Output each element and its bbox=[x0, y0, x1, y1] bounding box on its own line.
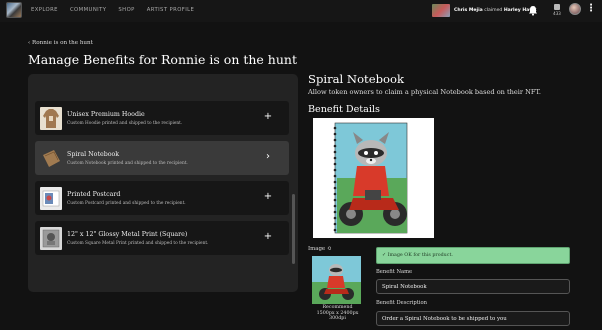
breadcrumb[interactable]: ‹ Ronnie is on the hunt bbox=[28, 40, 93, 46]
wallet-balance[interactable]: 433 bbox=[552, 4, 562, 16]
benefits-list[interactable]: Unisex Premium Hoodie Custom Hoodie prin… bbox=[28, 74, 298, 292]
notification-text[interactable]: Chris Mejia claimed Harley Hawk bbox=[454, 8, 537, 13]
benefit-name: 12" x 12" Glossy Metal Print (Square) bbox=[67, 231, 188, 238]
add-icon[interactable]: + bbox=[263, 111, 273, 122]
benefit-desc: Custom Square Metal Print printed and sh… bbox=[67, 241, 209, 246]
benefit-name: Unisex Premium Hoodie bbox=[67, 111, 145, 118]
section-heading: Benefit Details bbox=[308, 104, 380, 115]
image-label: Image ⟲ bbox=[308, 246, 331, 252]
hoodie-thumbnail bbox=[40, 107, 62, 130]
benefit-row-postcard[interactable]: Printed Postcard Custom Postcard printed… bbox=[35, 181, 289, 215]
benefit-description-input[interactable]: Order a Spiral Notebook to be shipped to… bbox=[376, 311, 570, 326]
list-scrollbar[interactable] bbox=[292, 194, 295, 264]
notification-user: Chris Mejia bbox=[454, 8, 483, 13]
avatar[interactable] bbox=[569, 3, 581, 15]
image-thumbnail[interactable] bbox=[312, 256, 361, 304]
breadcrumb-label: Ronnie is on the hunt bbox=[32, 40, 93, 46]
benefit-desc: Custom Hoodie printed and shipped to the… bbox=[67, 121, 183, 126]
main-nav: EXPLORE COMMUNITY SHOP ARTIST PROFILE bbox=[31, 7, 194, 13]
coin-icon bbox=[554, 4, 560, 10]
wallet-count: 433 bbox=[553, 11, 561, 16]
benefit-name-input[interactable]: Spiral Notebook bbox=[376, 279, 570, 294]
nav-artist-profile[interactable]: ARTIST PROFILE bbox=[147, 7, 195, 13]
benefit-description-label: Benefit Description bbox=[376, 300, 427, 306]
notification-thumbnail[interactable] bbox=[432, 4, 450, 17]
benefit-name: Printed Postcard bbox=[67, 191, 121, 198]
image-ok-text: Image OK for this product. bbox=[387, 253, 453, 258]
check-icon: ✓ bbox=[382, 253, 387, 258]
chevron-left-icon: ‹ bbox=[28, 40, 31, 46]
notification-action: claimed bbox=[484, 8, 503, 13]
more-menu-icon[interactable]: ⋮ bbox=[586, 4, 596, 14]
site-logo[interactable] bbox=[6, 2, 22, 18]
benefit-name-label: Benefit Name bbox=[376, 269, 413, 275]
benefit-name-value: Spiral Notebook bbox=[382, 284, 427, 290]
refresh-icon[interactable]: ⟲ bbox=[327, 246, 332, 252]
image-ok-alert: ✓ Image OK for this product. bbox=[376, 247, 570, 264]
page-title: Manage Benefits for Ronnie is on the hun… bbox=[28, 52, 297, 67]
image-recommendation: Recommend 1500px x 2400px 300dpi bbox=[310, 305, 365, 322]
add-icon[interactable]: + bbox=[263, 191, 273, 202]
notebook-thumbnail bbox=[40, 147, 62, 170]
image-label-text: Image bbox=[308, 246, 326, 252]
bell-icon[interactable] bbox=[528, 5, 538, 16]
nav-explore[interactable]: EXPLORE bbox=[31, 7, 58, 13]
benefit-description-value: Order a Spiral Notebook to be shipped to… bbox=[382, 316, 507, 322]
detail-title: Spiral Notebook bbox=[308, 72, 404, 86]
benefit-desc: Custom Postcard printed and shipped to t… bbox=[67, 201, 186, 206]
chevron-right-icon[interactable]: › bbox=[263, 151, 273, 162]
product-preview-image bbox=[313, 118, 434, 238]
detail-subtitle: Allow token owners to claim a physical N… bbox=[308, 88, 542, 96]
top-nav: EXPLORE COMMUNITY SHOP ARTIST PROFILE Ch… bbox=[0, 0, 602, 22]
recommend-dpi: 300dpi bbox=[329, 316, 346, 322]
nav-shop[interactable]: SHOP bbox=[118, 7, 134, 13]
nav-community[interactable]: COMMUNITY bbox=[70, 7, 106, 13]
postcard-thumbnail bbox=[40, 187, 62, 210]
benefit-desc: Custom Notebook printed and shipped to t… bbox=[67, 161, 188, 166]
benefit-row-hoodie[interactable]: Unisex Premium Hoodie Custom Hoodie prin… bbox=[35, 101, 289, 135]
benefit-name: Spiral Notebook bbox=[67, 151, 120, 158]
benefit-row-metal-print[interactable]: 12" x 12" Glossy Metal Print (Square) Cu… bbox=[35, 221, 289, 255]
metal-print-thumbnail bbox=[40, 227, 62, 250]
benefit-row-notebook[interactable]: Spiral Notebook Custom Notebook printed … bbox=[35, 141, 289, 175]
add-icon[interactable]: + bbox=[263, 231, 273, 242]
